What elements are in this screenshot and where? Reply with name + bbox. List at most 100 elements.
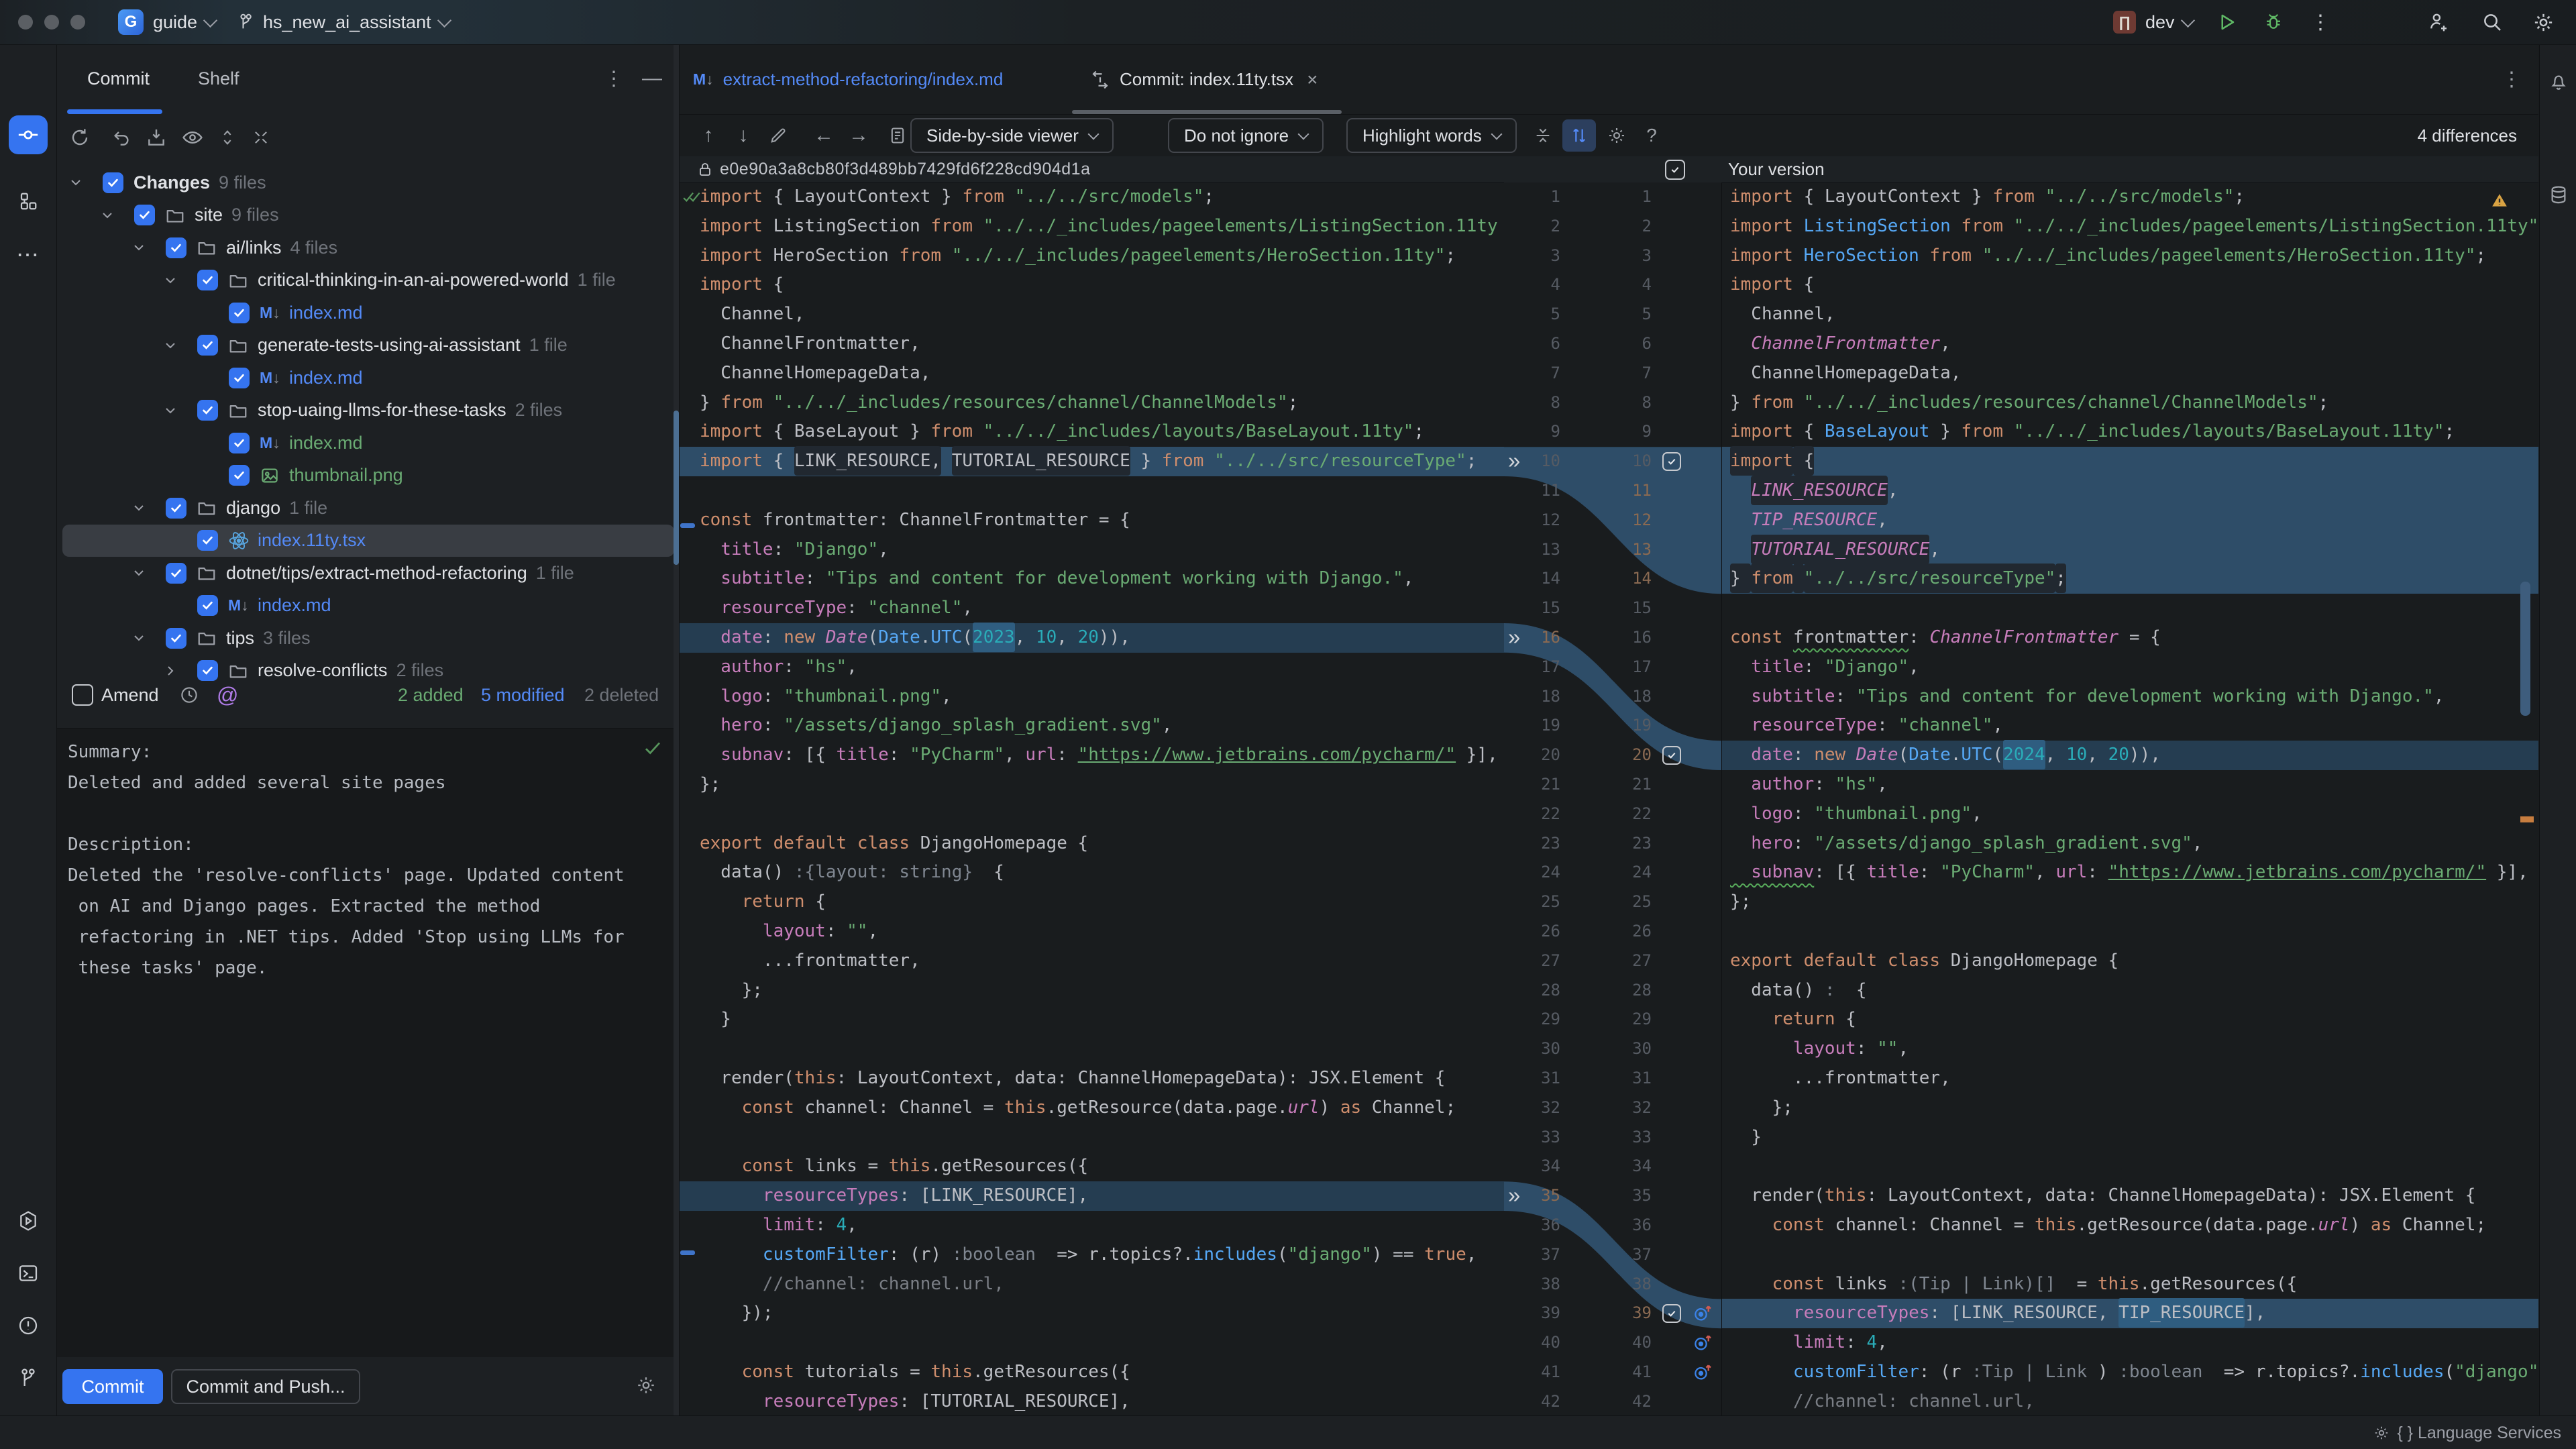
tree-row-site[interactable]: site 9 files: [62, 199, 674, 231]
chevron-down-icon[interactable]: [131, 557, 147, 589]
row-checkbox[interactable]: [103, 166, 123, 199]
shelve-icon[interactable]: [139, 120, 174, 155]
apply-change-marker[interactable]: »: [1508, 447, 1520, 476]
include-change-checkbox[interactable]: [1662, 452, 1681, 472]
previous-difference-icon[interactable]: ↑: [692, 117, 725, 154]
chevron-down-icon[interactable]: [131, 231, 147, 264]
tree-row-index.md[interactable]: M↓ index.md: [62, 590, 674, 622]
commit-button[interactable]: Commit: [62, 1369, 163, 1404]
changed-line-intention-icon[interactable]: [1689, 1328, 1716, 1358]
chevron-down-icon[interactable]: [162, 394, 178, 427]
row-checkbox[interactable]: [197, 590, 218, 622]
search-everywhere-button[interactable]: [2477, 0, 2508, 44]
collapse-all-icon[interactable]: [244, 120, 278, 155]
hide-panel-button[interactable]: —: [642, 45, 662, 112]
row-checkbox[interactable]: [166, 231, 186, 264]
rollback-icon[interactable]: [104, 120, 139, 155]
next-difference-icon[interactable]: ↓: [727, 117, 760, 154]
window-close-button[interactable]: [18, 15, 33, 30]
chevron-down-icon[interactable]: [162, 264, 178, 297]
diff-left-pane[interactable]: import { LayoutContext } from "../../src…: [680, 182, 1505, 1415]
row-checkbox[interactable]: [166, 622, 186, 654]
row-checkbox[interactable]: [229, 427, 250, 459]
tree-row-stop-uaing-llms-for-these-tasks[interactable]: stop-uaing-llms-for-these-tasks 2 files: [62, 394, 674, 427]
chevron-down-icon[interactable]: [131, 622, 147, 654]
row-checkbox[interactable]: [229, 460, 250, 492]
tree-row-index.md[interactable]: M↓ index.md: [62, 362, 674, 394]
row-checkbox[interactable]: [197, 525, 218, 557]
window-minimize-button[interactable]: [44, 15, 59, 30]
commit-panel-options-button[interactable]: ⋮: [604, 45, 624, 112]
tree-row-index.md[interactable]: M↓ index.md: [62, 297, 674, 329]
synchronize-scrolling-toggle[interactable]: [1562, 119, 1596, 152]
commit-tool-button-active[interactable]: [9, 115, 48, 154]
code-with-me-button[interactable]: [2423, 0, 2454, 44]
more-tools-button[interactable]: ⋯: [0, 236, 56, 274]
settings-button[interactable]: [2528, 0, 2559, 44]
tree-row-django[interactable]: django 1 file: [62, 492, 674, 524]
collapse-unchanged-icon[interactable]: [1526, 117, 1560, 154]
whitespace-dropdown[interactable]: Do not ignore: [1168, 118, 1324, 153]
diff-right-pane[interactable]: import { LayoutContext } from "../../src…: [1721, 182, 2538, 1415]
scrollbar-thumb[interactable]: [2520, 582, 2530, 716]
warning-icon[interactable]: [2491, 192, 2508, 209]
row-checkbox[interactable]: [134, 199, 155, 231]
viewer-mode-dropdown[interactable]: Side-by-side viewer: [910, 118, 1114, 153]
terminal-tool-button[interactable]: [0, 1254, 56, 1292]
tree-scrollbar-thumb[interactable]: [674, 411, 679, 565]
apply-change-marker[interactable]: »: [1508, 623, 1520, 653]
notifications-bell-icon[interactable]: [2548, 70, 2569, 92]
git-tool-button[interactable]: [0, 1359, 56, 1397]
chevron-down-icon[interactable]: [68, 166, 84, 199]
row-checkbox[interactable]: [166, 557, 186, 589]
row-checkbox[interactable]: [229, 297, 250, 329]
commit-and-push-button[interactable]: Commit and Push...: [171, 1369, 360, 1404]
close-icon[interactable]: ×: [1307, 69, 1318, 91]
language-services-widget[interactable]: { } Language Services: [2373, 1416, 2561, 1449]
tree-row-dotnet/tips/extract-method-refactoring[interactable]: dotnet/tips/extract-method-refactoring 1 …: [62, 557, 674, 589]
tree-row-thumbnail.png[interactable]: thumbnail.png: [62, 460, 674, 492]
include-change-checkbox[interactable]: [1662, 746, 1681, 765]
run-config-selector[interactable]: dev: [2145, 0, 2195, 44]
row-checkbox[interactable]: [229, 362, 250, 394]
database-icon[interactable]: [2548, 184, 2569, 206]
tab-index-md[interactable]: M↓ extract-method-refactoring/index.md: [693, 45, 1003, 114]
go-left-icon[interactable]: ←: [807, 117, 841, 154]
apply-change-marker[interactable]: »: [1508, 1181, 1520, 1211]
changed-line-intention-icon[interactable]: [1689, 1358, 1716, 1387]
problems-tool-button[interactable]: [0, 1307, 56, 1344]
tree-row-ai/links[interactable]: ai/links 4 files: [62, 231, 674, 264]
go-right-icon[interactable]: →: [842, 117, 875, 154]
commit-settings-gear-icon[interactable]: [635, 1375, 657, 1396]
tab-list-button[interactable]: ⋮: [2502, 45, 2522, 114]
compare-file-icon[interactable]: [881, 117, 914, 154]
highlight-mode-dropdown[interactable]: Highlight words: [1346, 118, 1517, 153]
structure-tool-button[interactable]: [0, 182, 56, 220]
amend-checkbox[interactable]: [72, 679, 93, 711]
diff-settings-gear-icon[interactable]: [1600, 117, 1633, 154]
chevron-down-icon[interactable]: [131, 492, 147, 524]
more-actions-button[interactable]: ⋮: [2305, 0, 2336, 44]
tree-row-index.11ty.tsx[interactable]: index.11ty.tsx: [62, 524, 674, 557]
edit-source-icon[interactable]: [761, 117, 795, 154]
run-button[interactable]: [2211, 0, 2242, 44]
chevron-down-icon[interactable]: [162, 329, 178, 362]
tree-row-index.md[interactable]: M↓ index.md: [62, 427, 674, 459]
tree-row-tips[interactable]: tips 3 files: [62, 622, 674, 654]
commit-options-icon[interactable]: @: [217, 679, 238, 711]
panel-resize-handle[interactable]: [674, 45, 679, 1415]
window-zoom-button[interactable]: [70, 15, 85, 30]
refresh-icon[interactable]: [62, 120, 97, 155]
services-tool-button[interactable]: [0, 1202, 56, 1240]
row-checkbox[interactable]: [197, 329, 218, 362]
chevron-down-icon[interactable]: [99, 199, 115, 231]
preview-diff-icon[interactable]: [175, 120, 210, 155]
debug-button[interactable]: [2258, 0, 2289, 44]
commit-message-editor[interactable]: Summary: Deleted and added several site p…: [57, 728, 679, 1357]
expand-all-icon[interactable]: [210, 120, 245, 155]
changed-line-intention-icon[interactable]: [1689, 1299, 1716, 1328]
help-icon[interactable]: ?: [1635, 117, 1668, 154]
tree-row-critical-thinking-in-an-ai-powered-world[interactable]: critical-thinking-in-an-ai-powered-world…: [62, 264, 674, 297]
tab-commit[interactable]: Commit: [87, 45, 150, 112]
tree-row-generate-tests-using-ai-assistant[interactable]: generate-tests-using-ai-assistant 1 file: [62, 329, 674, 362]
